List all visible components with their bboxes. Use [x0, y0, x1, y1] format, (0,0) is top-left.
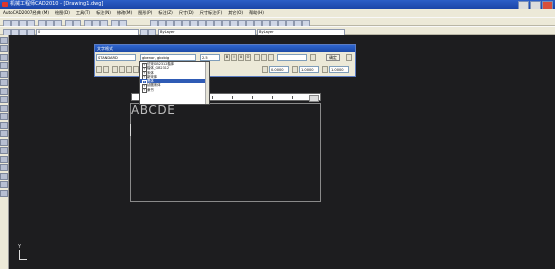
- options-icon[interactable]: [346, 54, 352, 61]
- region-icon[interactable]: [0, 172, 8, 180]
- bold-button[interactable]: B: [224, 54, 230, 61]
- line-icon[interactable]: [0, 36, 8, 44]
- layers-toolbar: 0 ByLayer ByLayer: [0, 26, 555, 37]
- ucs-icon: Y: [14, 244, 27, 260]
- italic-button[interactable]: I: [231, 54, 237, 61]
- font-combo[interactable]: gbenor, gbcbig: [140, 54, 196, 61]
- ellipse-icon[interactable]: [0, 113, 8, 120]
- draw-toolbar: [0, 35, 9, 269]
- columns-icon[interactable]: [96, 66, 102, 73]
- window-title: 机械工程师CAD2010 - [Drawing1.dwg]: [10, 1, 104, 7]
- make-block-icon[interactable]: [0, 138, 8, 146]
- stack-icon[interactable]: [268, 54, 274, 61]
- width-factor-input[interactable]: 1.0000: [329, 66, 349, 73]
- ruler-tick: [292, 96, 293, 99]
- text-style-combo[interactable]: STANDARD: [96, 54, 136, 61]
- app-icon: [2, 2, 8, 7]
- menu-bar: AutoCAD2007经典 (M) 绘图(D) 工具(T) 标注(N) 修改(M…: [0, 9, 555, 17]
- mtext-editor-area[interactable]: [130, 103, 321, 202]
- menu-item-help[interactable]: 帮助(H): [249, 9, 264, 17]
- oblique-angle-input[interactable]: 0.0000: [269, 66, 289, 73]
- text-format-panel: 文字格式 STANDARD gbenor, gbcbig 2.5 B I U O…: [94, 44, 356, 77]
- menu-item-workspace[interactable]: AutoCAD2007经典 (M): [3, 9, 49, 17]
- align-left-icon[interactable]: [112, 66, 118, 73]
- dropdown-scrollbar[interactable]: [205, 62, 209, 104]
- text-color-combo[interactable]: [277, 54, 307, 61]
- gradient-icon[interactable]: [0, 164, 8, 171]
- insert-block-icon[interactable]: [0, 130, 8, 137]
- construction-line-icon[interactable]: [0, 45, 8, 52]
- text-format-title[interactable]: 文字格式: [95, 45, 355, 52]
- polyline-icon[interactable]: [0, 53, 8, 61]
- overline-button[interactable]: O: [245, 54, 251, 61]
- menu-item-annotate[interactable]: 标注(Z): [158, 9, 173, 17]
- font-option[interactable]: T 隶书: [140, 87, 209, 94]
- standard-toolbar: [0, 17, 555, 28]
- ruler-resize-button[interactable]: [309, 95, 319, 102]
- underline-button[interactable]: U: [238, 54, 244, 61]
- oblique-icon: [262, 66, 268, 73]
- polygon-icon[interactable]: [0, 62, 8, 69]
- mtext-icon[interactable]: [0, 189, 8, 197]
- tracking-input[interactable]: 1.0000: [299, 66, 319, 73]
- hatch-icon[interactable]: [0, 155, 8, 163]
- ok-button[interactable]: 确定: [326, 54, 340, 61]
- spline-icon[interactable]: [0, 104, 8, 112]
- font-option-label: 隶书: [147, 87, 154, 92]
- mtext-content[interactable]: ABCDE: [131, 103, 175, 117]
- text-height-combo[interactable]: 2.5: [200, 54, 220, 61]
- point-icon[interactable]: [0, 147, 8, 154]
- redo-text-icon[interactable]: [261, 54, 267, 61]
- ruler-tick: [232, 96, 233, 99]
- truetype-icon: T: [141, 88, 147, 94]
- menu-item-size-dim[interactable]: 尺寸标注(F): [200, 9, 222, 17]
- arc-icon[interactable]: [0, 79, 8, 86]
- font-dropdown-list: T 仿宋GB2312楷体 T 楷体_GB2312 T 宋体 T 新宋体 T 黑体 T 幼圆宋…: [139, 61, 210, 105]
- text-format-row-2: 0.0000 1.0000 1.0000: [96, 66, 354, 74]
- revision-cloud-icon[interactable]: [0, 96, 8, 103]
- tracking-icon: [292, 66, 298, 73]
- menu-item-size[interactable]: 尺寸(D): [179, 9, 194, 17]
- ucs-x-axis: [19, 259, 27, 260]
- ruler-tick: [272, 96, 273, 99]
- justification-icon[interactable]: [103, 66, 109, 73]
- menu-item-modify[interactable]: 修改(M): [117, 9, 132, 17]
- menu-item-tools[interactable]: 工具(T): [76, 9, 90, 17]
- ruler-toggle-icon[interactable]: [310, 54, 316, 61]
- menu-item-draw[interactable]: 绘图(D): [55, 9, 70, 17]
- table-icon[interactable]: [0, 181, 8, 188]
- width-factor-icon: [322, 66, 328, 73]
- title-bar: 机械工程师CAD2010 - [Drawing1.dwg]: [0, 0, 555, 10]
- ellipse-arc-icon[interactable]: [0, 121, 8, 129]
- undo-text-icon[interactable]: [254, 54, 260, 61]
- ruler-tick: [212, 96, 213, 99]
- menu-item-dimension[interactable]: 标注(N): [96, 9, 111, 17]
- align-center-icon[interactable]: [119, 66, 125, 73]
- menu-item-graphics[interactable]: 图形(P): [138, 9, 152, 17]
- text-format-row-1: STANDARD gbenor, gbcbig 2.5 B I U O 确定: [96, 54, 354, 62]
- text-cursor: [130, 124, 131, 136]
- menu-item-other[interactable]: 其它(O): [228, 9, 243, 17]
- align-right-icon[interactable]: [126, 66, 132, 73]
- circle-icon[interactable]: [0, 87, 8, 95]
- ruler-tick: [252, 96, 253, 99]
- rectangle-icon[interactable]: [0, 70, 8, 78]
